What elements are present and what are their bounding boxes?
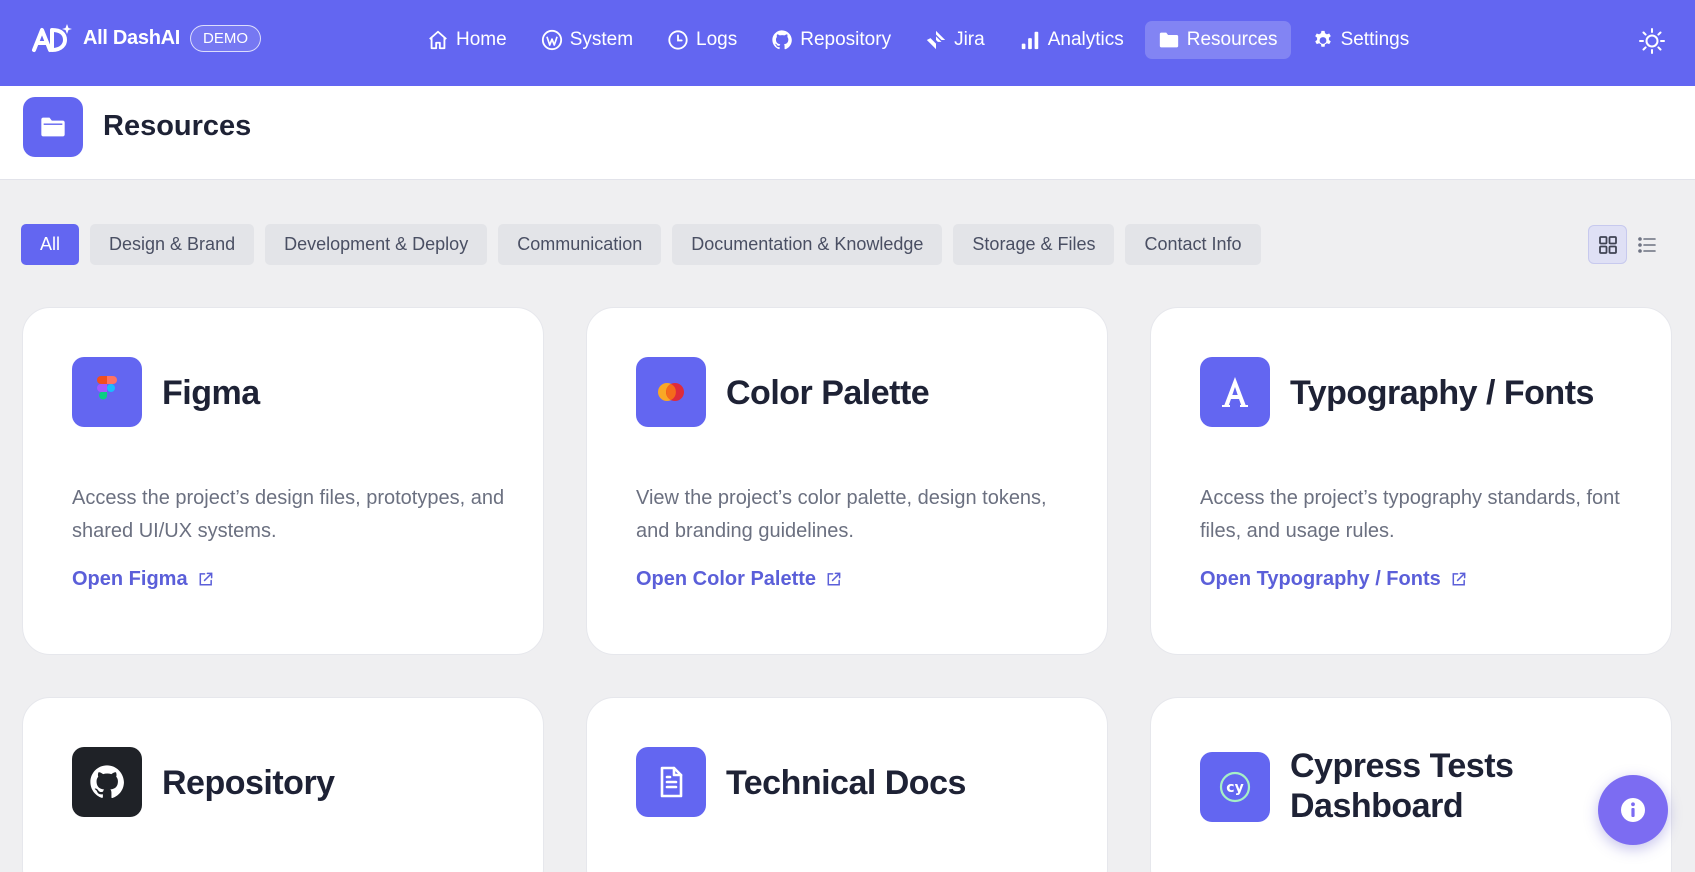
external-link-icon — [1452, 572, 1466, 586]
filter-contact-info[interactable]: Contact Info — [1125, 224, 1261, 265]
figma-icon — [97, 376, 117, 400]
open-color-palette-link[interactable]: Open Color Palette — [636, 568, 842, 591]
card-title: Technical Docs — [726, 764, 966, 802]
folder-icon — [41, 117, 65, 137]
nav-label: Analytics — [1047, 29, 1124, 50]
nav-label: System — [569, 29, 634, 50]
nav-item-logs[interactable]: Logs — [654, 21, 750, 59]
open-typography-link[interactable]: Open Typography / Fonts — [1200, 568, 1467, 591]
card-icon — [72, 747, 142, 817]
nav-item-settings[interactable]: Settings — [1299, 21, 1423, 59]
github-icon — [772, 30, 793, 50]
jira-icon — [926, 30, 946, 50]
nav-label: Logs — [696, 29, 738, 50]
page-title: Resources — [103, 110, 252, 142]
card-link-label: Open Typography / Fonts — [1200, 568, 1441, 590]
filter-communication[interactable]: Communication — [498, 224, 662, 265]
gear-icon — [1314, 30, 1331, 47]
clock-icon — [668, 30, 688, 50]
nav-label: Home — [456, 29, 507, 50]
filter-development-deploy[interactable]: Development & Deploy — [265, 224, 488, 265]
document-icon — [660, 766, 683, 798]
card-title: Cypress Tests Dashboard — [1290, 747, 1514, 825]
resource-card-technical-docs: Technical Docs — [586, 697, 1108, 872]
resource-card-color-palette: Color Palette View the project’s color p… — [586, 307, 1108, 655]
nav-label: Repository — [800, 29, 892, 50]
github-icon — [90, 765, 124, 799]
brand[interactable]: All DashAI DEMO — [31, 22, 262, 54]
brand-logo-icon — [32, 24, 72, 52]
card-description: Access the project’s typography standard… — [1200, 487, 1620, 542]
external-link-icon — [827, 572, 841, 586]
card-link-label: Open Figma — [72, 568, 188, 590]
list-view-button[interactable] — [1627, 225, 1666, 264]
nav-item-analytics[interactable]: Analytics — [1006, 21, 1137, 59]
info-icon — [1621, 798, 1645, 822]
folder-icon — [1159, 32, 1178, 48]
page-header: Resources — [0, 86, 1695, 180]
wordpress-icon — [541, 29, 562, 51]
card-icon: cy — [1200, 752, 1270, 822]
resource-card-typography: Typography / Fonts Access the project’s … — [1150, 307, 1672, 655]
card-icon — [72, 357, 142, 427]
nav-label: Jira — [954, 29, 985, 50]
bar-chart-icon — [1021, 31, 1038, 50]
grid-view-button[interactable] — [1588, 225, 1627, 264]
resource-card-cypress: cy Cypress Tests Dashboard — [1150, 697, 1672, 872]
card-title: Typography / Fonts — [1290, 374, 1594, 412]
nav-label: Resources — [1186, 29, 1278, 50]
main-nav: Home System Logs Repository Jira Analyti… — [414, 21, 1430, 59]
nav-label: Settings — [1340, 29, 1410, 50]
card-icon — [1200, 357, 1270, 427]
top-navbar: All DashAI DEMO Home System Logs Reposit… — [0, 0, 1695, 86]
brand-name: All DashAI — [83, 26, 181, 49]
nav-item-home[interactable]: Home — [414, 21, 520, 59]
demo-badge: DEMO — [190, 24, 262, 52]
card-icon — [636, 747, 706, 817]
view-toggle — [1588, 225, 1666, 264]
open-figma-link[interactable]: Open Figma — [72, 568, 214, 591]
cypress-icon: cy — [1219, 771, 1251, 803]
nav-item-repository[interactable]: Repository — [758, 21, 904, 59]
resource-card-repository: Repository — [22, 697, 544, 872]
grid-icon — [1598, 235, 1617, 254]
page-icon — [23, 97, 83, 157]
category-filters: All Design & Brand Development & Deploy … — [21, 224, 1272, 265]
filter-all[interactable]: All — [21, 224, 80, 265]
info-fab-button[interactable] — [1598, 775, 1668, 845]
typography-icon — [1222, 377, 1248, 407]
resource-card-figma: Figma Access the project’s design files,… — [22, 307, 544, 655]
filter-design-brand[interactable]: Design & Brand — [90, 224, 255, 265]
list-icon — [1637, 236, 1656, 253]
color-palette-icon — [658, 383, 684, 401]
card-icon — [636, 357, 706, 427]
card-title: Color Palette — [726, 374, 930, 412]
svg-text:cy: cy — [1226, 780, 1243, 796]
sun-icon[interactable] — [1638, 27, 1666, 55]
external-link-icon — [199, 572, 212, 586]
nav-item-jira[interactable]: Jira — [912, 21, 998, 59]
filter-storage-files[interactable]: Storage & Files — [953, 224, 1115, 265]
nav-item-system[interactable]: System — [528, 21, 646, 59]
nav-item-resources[interactable]: Resources — [1144, 21, 1291, 59]
home-icon — [429, 30, 447, 50]
card-link-label: Open Color Palette — [636, 568, 817, 590]
card-title: Repository — [162, 764, 335, 802]
card-description: View the project’s color palette, design… — [636, 487, 1047, 542]
card-description: Access the project’s design files, proto… — [72, 487, 505, 542]
card-title: Figma — [162, 374, 260, 412]
filter-documentation-knowledge[interactable]: Documentation & Knowledge — [672, 224, 943, 265]
